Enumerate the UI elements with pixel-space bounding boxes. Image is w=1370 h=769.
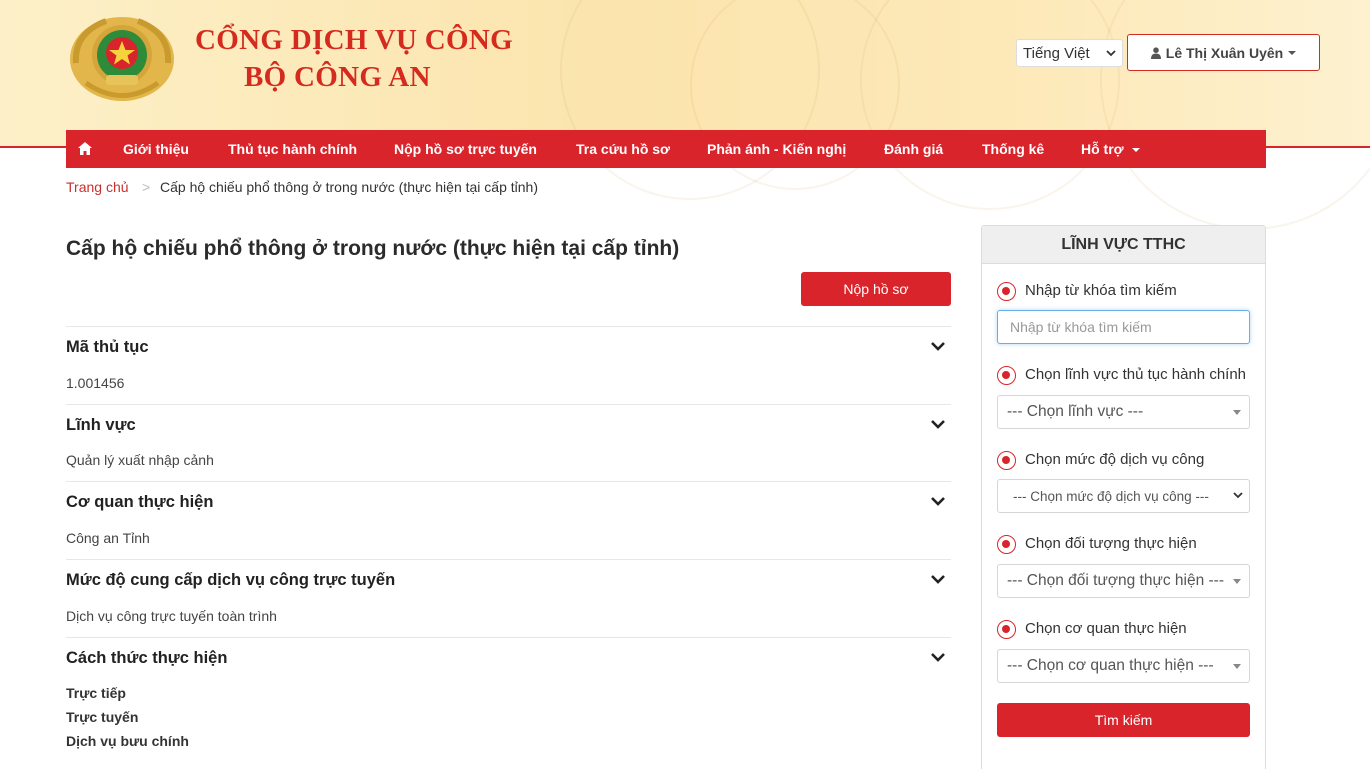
section-divider <box>66 326 951 327</box>
breadcrumb-home[interactable]: Trang chủ <box>66 179 129 195</box>
section-divider <box>66 404 951 405</box>
search-button[interactable]: Tìm kiếm <box>997 703 1250 737</box>
chevron-down-icon[interactable] <box>930 419 946 431</box>
site-header <box>0 0 1370 230</box>
nav-item-danh-gia[interactable]: Đánh giá <box>884 141 943 157</box>
user-icon <box>1150 46 1161 59</box>
breadcrumb-current: Cấp hộ chiếu phổ thông ở trong nước (thự… <box>160 179 538 195</box>
agency-label: Chọn cơ quan thực hiện <box>1025 620 1187 637</box>
chevron-down-icon[interactable] <box>930 652 946 664</box>
section-value-ma-thu-tuc: 1.001456 <box>66 375 125 391</box>
level-radio[interactable] <box>997 451 1016 470</box>
agency-select-value: --- Chọn cơ quan thực hiện --- <box>1007 657 1214 674</box>
home-icon[interactable] <box>78 142 92 155</box>
nav-item-thong-ke[interactable]: Thống kê <box>982 141 1044 157</box>
nav-item-nop-ho-so[interactable]: Nộp hồ sơ trực tuyến <box>394 141 537 157</box>
section-title-co-quan[interactable]: Cơ quan thực hiện <box>66 493 213 512</box>
target-label: Chọn đối tượng thực hiện <box>1025 535 1197 552</box>
caret-down-icon <box>1233 579 1241 584</box>
brand-title-line1: CỔNG DỊCH VỤ CÔNG <box>195 24 513 56</box>
caret-down-icon <box>1233 410 1241 415</box>
agency-radio[interactable] <box>997 620 1016 639</box>
user-name: Lê Thị Xuân Uyên <box>1165 44 1284 61</box>
field-radio[interactable] <box>997 366 1016 385</box>
nav-item-thu-tuc-hanh-chinh[interactable]: Thủ tục hành chính <box>228 141 357 157</box>
main-nav: Giới thiệu Thủ tục hành chính Nộp hồ sơ … <box>66 130 1266 168</box>
section-value-co-quan: Công an Tỉnh <box>66 530 150 546</box>
keyword-search-input[interactable] <box>997 310 1250 344</box>
section-title-cach-thuc[interactable]: Cách thức thực hiện <box>66 649 227 668</box>
user-menu-button[interactable]: Lê Thị Xuân Uyên <box>1127 34 1320 71</box>
section-value-cach-thuc: Trực tuyến <box>66 709 139 725</box>
nav-item-ho-tro[interactable]: Hỗ trợ <box>1081 141 1140 157</box>
language-value: Tiếng Việt <box>1023 44 1090 62</box>
level-label: Chọn mức độ dịch vụ công <box>1025 451 1205 468</box>
page-title: Cấp hộ chiếu phổ thông ở trong nước (thự… <box>66 237 680 260</box>
section-value-cach-thuc: Trực tiếp <box>66 685 126 701</box>
section-divider <box>66 559 951 560</box>
caret-down-icon <box>1131 148 1140 153</box>
level-select-value: --- Chọn mức độ dịch vụ công --- <box>1013 488 1209 504</box>
caret-down-icon <box>1288 50 1297 55</box>
breadcrumb-separator: > <box>142 179 151 195</box>
section-divider <box>66 481 951 482</box>
target-select[interactable]: --- Chọn đối tượng thực hiện --- <box>997 564 1250 598</box>
nav-item-ho-tro-label: Hỗ trợ <box>1081 141 1124 157</box>
target-radio[interactable] <box>997 535 1016 554</box>
section-value-linh-vuc: Quản lý xuất nhập cảnh <box>66 452 214 468</box>
language-select[interactable]: Tiếng Việt <box>1016 39 1123 67</box>
police-emblem-icon <box>70 17 174 101</box>
level-select[interactable]: --- Chọn mức độ dịch vụ công --- <box>997 479 1250 513</box>
keyword-label: Nhập từ khóa tìm kiếm <box>1025 282 1177 299</box>
agency-select[interactable]: --- Chọn cơ quan thực hiện --- <box>997 649 1250 683</box>
nav-item-gioi-thieu[interactable]: Giới thiệu <box>123 141 189 157</box>
nav-item-tra-cuu-ho-so[interactable]: Tra cứu hồ sơ <box>576 141 670 157</box>
chevron-down-icon[interactable] <box>930 341 946 353</box>
brand-title-line2: BỘ CÔNG AN <box>244 61 431 93</box>
section-value-cach-thuc: Dịch vụ bưu chính <box>66 733 189 749</box>
field-label: Chọn lĩnh vực thủ tục hành chính <box>1025 366 1247 383</box>
nav-item-phan-anh[interactable]: Phản ánh - Kiến nghị <box>707 141 846 157</box>
section-divider <box>66 637 951 638</box>
section-title-linh-vuc[interactable]: Lĩnh vực <box>66 416 136 435</box>
chevron-down-icon <box>1233 492 1243 499</box>
chevron-down-icon[interactable] <box>930 574 946 586</box>
chevron-down-icon <box>1106 50 1116 57</box>
section-title-muc-do[interactable]: Mức độ cung cấp dịch vụ công trực tuyến <box>66 571 395 590</box>
filter-panel-heading: LĨNH VỰC TTHC <box>982 226 1265 264</box>
submit-application-button[interactable]: Nộp hồ sơ <box>801 272 951 306</box>
section-title-ma-thu-tuc[interactable]: Mã thủ tục <box>66 338 149 357</box>
keyword-radio[interactable] <box>997 282 1016 301</box>
section-value-muc-do: Dịch vụ công trực tuyến toàn trình <box>66 608 277 624</box>
target-select-value: --- Chọn đối tượng thực hiện --- <box>1007 572 1224 589</box>
field-select[interactable]: --- Chọn lĩnh vực --- <box>997 395 1250 429</box>
chevron-down-icon[interactable] <box>930 496 946 508</box>
field-select-value: --- Chọn lĩnh vực --- <box>1007 403 1144 420</box>
caret-down-icon <box>1233 664 1241 669</box>
